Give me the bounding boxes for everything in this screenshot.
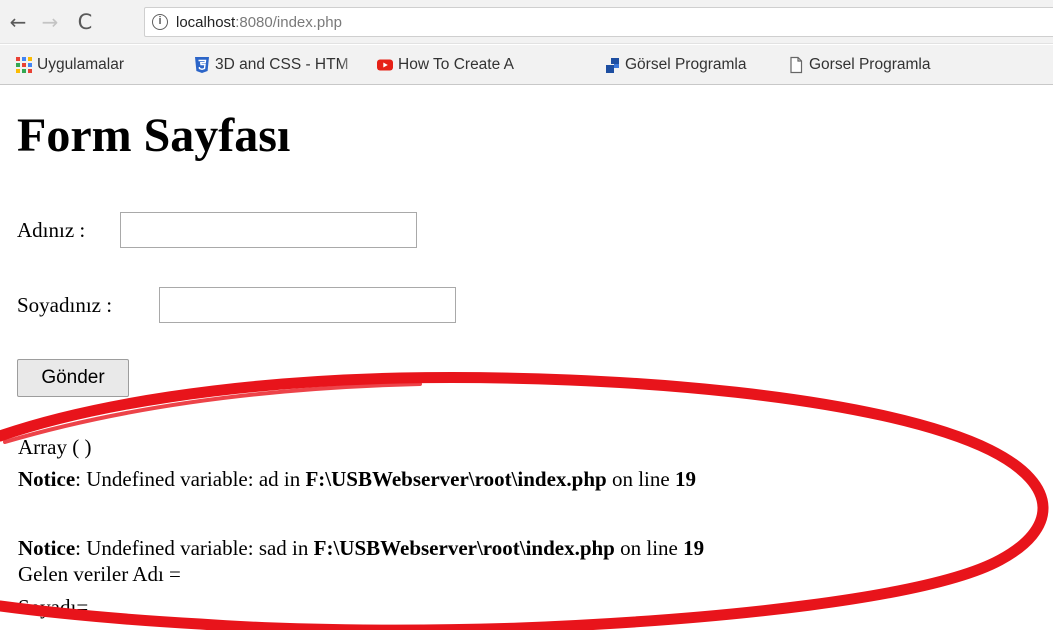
bookmark-label: How To Create A <box>398 56 515 73</box>
forward-arrow-icon[interactable]: → <box>37 8 63 36</box>
name-field-row: Adınız : <box>17 212 437 248</box>
bookmark-uygulamalar[interactable]: Uygulamalar <box>15 55 180 75</box>
submit-button[interactable]: Gönder <box>17 359 129 397</box>
page-icon <box>790 56 803 74</box>
array-output: Array ( ) <box>18 435 92 459</box>
bookmark-3d-css[interactable]: 3D and CSS - HTM <box>193 55 361 75</box>
browser-toolbar: ← → C i localhost:8080/index.php <box>0 0 1053 44</box>
bookmark-gorsel-programla-2[interactable]: Gorsel Programla <box>787 55 1053 75</box>
label-fade <box>749 55 771 75</box>
soyadi-line: Soyadı= <box>18 595 89 619</box>
notice-file: F:\USBWebserver\root\index.php <box>305 467 607 491</box>
bookmark-label: Görsel Programla <box>625 56 747 73</box>
bookmark-label: Gorsel Programla <box>809 56 931 73</box>
notice-message: : Undefined variable: ad in <box>75 467 306 491</box>
bookmark-label: 3D and CSS - HTM <box>215 56 349 73</box>
notice-on-line: on line <box>614 536 684 560</box>
label-fade <box>560 55 582 75</box>
notice-file: F:\USBWebserver\root\index.php <box>313 536 615 560</box>
name-input[interactable] <box>120 212 417 248</box>
bookmark-gorsel-programla-1[interactable]: Görsel Programla <box>603 55 771 75</box>
notice-on-line: on line <box>606 467 675 491</box>
page-title: Form Sayfası <box>17 109 291 162</box>
bookmarks-bar: Uygulamalar 3D and CSS - HTM How To Crea… <box>0 45 1053 85</box>
surname-label: Soyadınız : <box>17 293 113 317</box>
url-text[interactable]: localhost:8080/index.php <box>176 14 342 31</box>
url-path: :8080/index.php <box>235 14 342 31</box>
url-host: localhost <box>176 14 236 31</box>
apps-grid-icon <box>16 57 32 73</box>
notice-line-number: 19 <box>674 467 696 491</box>
notice-label: Notice <box>18 536 76 560</box>
bookmark-how-to-create[interactable]: How To Create A <box>376 55 582 75</box>
html5-icon <box>195 57 209 73</box>
notice-label: Notice <box>18 467 76 491</box>
name-label: Adınız : <box>17 218 86 242</box>
page-content: Form Sayfası Adınız : Soyadınız : Gönder… <box>0 86 1053 630</box>
notice-message: : Undefined variable: sad in <box>75 536 314 560</box>
surname-field-row: Soyadınız : <box>17 287 477 323</box>
bookmark-label: Uygulamalar <box>37 56 125 73</box>
notice-line: Notice: Undefined variable: sad in F:\US… <box>18 535 704 561</box>
surname-input[interactable] <box>159 287 456 323</box>
reload-icon[interactable]: C <box>72 8 98 36</box>
address-bar[interactable]: i localhost:8080/index.php <box>144 7 1053 37</box>
gelen-veriler-line: Gelen veriler Adı = <box>18 562 181 586</box>
back-arrow-icon[interactable]: ← <box>5 8 31 36</box>
label-fade <box>339 55 361 75</box>
notice-line-number: 19 <box>683 536 705 560</box>
bookmark-flag-icon <box>606 58 619 73</box>
youtube-icon <box>377 59 393 71</box>
info-icon[interactable]: i <box>152 14 168 30</box>
notice-line: Notice: Undefined variable: ad in F:\USB… <box>18 466 696 492</box>
